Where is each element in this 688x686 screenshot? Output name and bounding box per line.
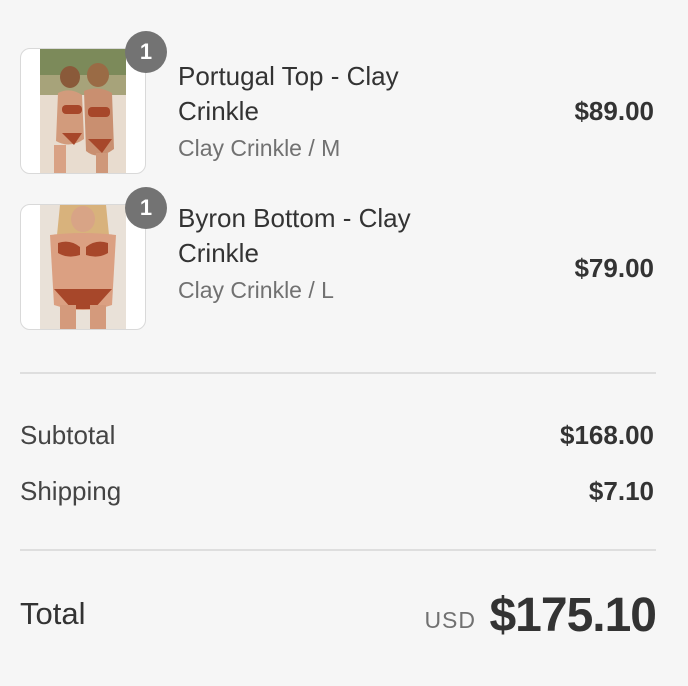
product-thumbnail[interactable]: 1 — [20, 31, 167, 174]
divider — [20, 372, 656, 374]
product-name: Portugal Top - Clay Crinkle — [178, 61, 399, 126]
product-name: Byron Bottom - Clay Crinkle — [178, 203, 411, 268]
product-variant: Clay Crinkle / L — [178, 277, 334, 303]
quantity-badge: 1 — [125, 187, 167, 229]
shipping-value: $7.10 — [588, 476, 654, 506]
subtotal-label: Subtotal — [20, 420, 116, 450]
total-value: $175.10 — [489, 589, 657, 642]
product-variant: Clay Crinkle / M — [178, 135, 341, 161]
product-photo — [40, 205, 126, 329]
product-price: $89.00 — [574, 96, 654, 126]
currency-code: USD — [424, 607, 476, 633]
total-label: Total — [20, 596, 86, 631]
product-price: $79.00 — [574, 253, 654, 283]
product-thumbnail[interactable]: 1 — [20, 187, 167, 330]
divider — [20, 549, 656, 551]
product-photo — [40, 49, 126, 173]
subtotal-value: $168.00 — [560, 420, 654, 450]
shipping-label: Shipping — [20, 476, 122, 506]
quantity-badge: 1 — [125, 31, 167, 73]
